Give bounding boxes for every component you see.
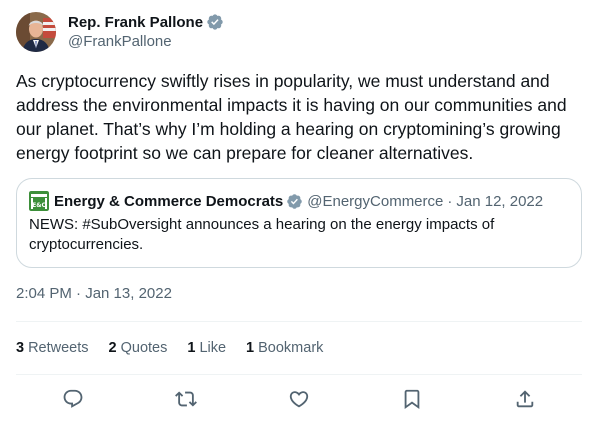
author-display-name[interactable]: Rep. Frank Pallone xyxy=(68,14,203,31)
tweet-timestamp[interactable]: 2:04 PM · Jan 13, 2022 xyxy=(16,284,172,304)
divider xyxy=(16,321,582,322)
quoted-display-name[interactable]: Energy & Commerce Democrats xyxy=(54,193,283,210)
bookmark-button[interactable] xyxy=(392,379,432,419)
bookmarks-count: 1 xyxy=(246,340,255,356)
author-info: Rep. Frank Pallone @FrankPallone xyxy=(68,12,224,52)
like-icon xyxy=(289,390,309,407)
verified-badge-icon[interactable] xyxy=(206,13,224,31)
author-handle[interactable]: @FrankPallone xyxy=(68,32,224,52)
quoted-tweet-header: E&C Energy & Commerce Democrats @EnergyC… xyxy=(29,191,569,211)
action-bar xyxy=(16,375,582,422)
separator-dot: · xyxy=(447,192,453,210)
retweets-count: 3 xyxy=(16,340,25,356)
likes-count: 1 xyxy=(187,340,196,356)
reply-icon xyxy=(63,389,82,408)
quoted-tweet[interactable]: E&C Energy & Commerce Democrats @EnergyC… xyxy=(16,178,582,268)
verified-badge-icon xyxy=(286,193,303,210)
engagement-stats: 3 Retweets 2 Quotes 1 Like 1 Bookmark xyxy=(16,336,343,360)
quoted-date[interactable]: Jan 12, 2022 xyxy=(456,193,543,210)
bookmarks-label: Bookmark xyxy=(258,340,324,356)
quotes-stat[interactable]: 2 Quotes xyxy=(109,340,168,356)
like-button[interactable] xyxy=(279,379,319,419)
retweet-icon xyxy=(174,391,197,406)
quotes-label: Quotes xyxy=(120,340,168,356)
retweets-label: Retweets xyxy=(28,340,89,356)
tweet-text: As cryptocurrency swiftly rises in popul… xyxy=(16,71,567,163)
bookmark-icon xyxy=(404,389,420,409)
energy-commerce-logo[interactable]: E&C xyxy=(29,191,49,211)
tweet-header: Rep. Frank Pallone @FrankPallone xyxy=(16,12,224,52)
retweets-stat[interactable]: 3 Retweets xyxy=(16,340,89,356)
share-icon xyxy=(517,389,534,407)
svg-text:E&C: E&C xyxy=(32,202,46,209)
likes-stat[interactable]: 1 Like xyxy=(187,340,226,356)
bookmarks-stat[interactable]: 1 Bookmark xyxy=(246,340,323,356)
reply-button[interactable] xyxy=(53,379,93,419)
quotes-count: 2 xyxy=(108,340,117,356)
likes-label: Like xyxy=(199,340,227,356)
share-button[interactable] xyxy=(505,379,545,419)
retweet-button[interactable] xyxy=(166,379,206,419)
quoted-handle[interactable]: @EnergyCommerce xyxy=(307,193,443,210)
quoted-tweet-text: NEWS: #SubOversight announces a hearing … xyxy=(29,216,495,253)
avatar[interactable] xyxy=(16,12,56,52)
